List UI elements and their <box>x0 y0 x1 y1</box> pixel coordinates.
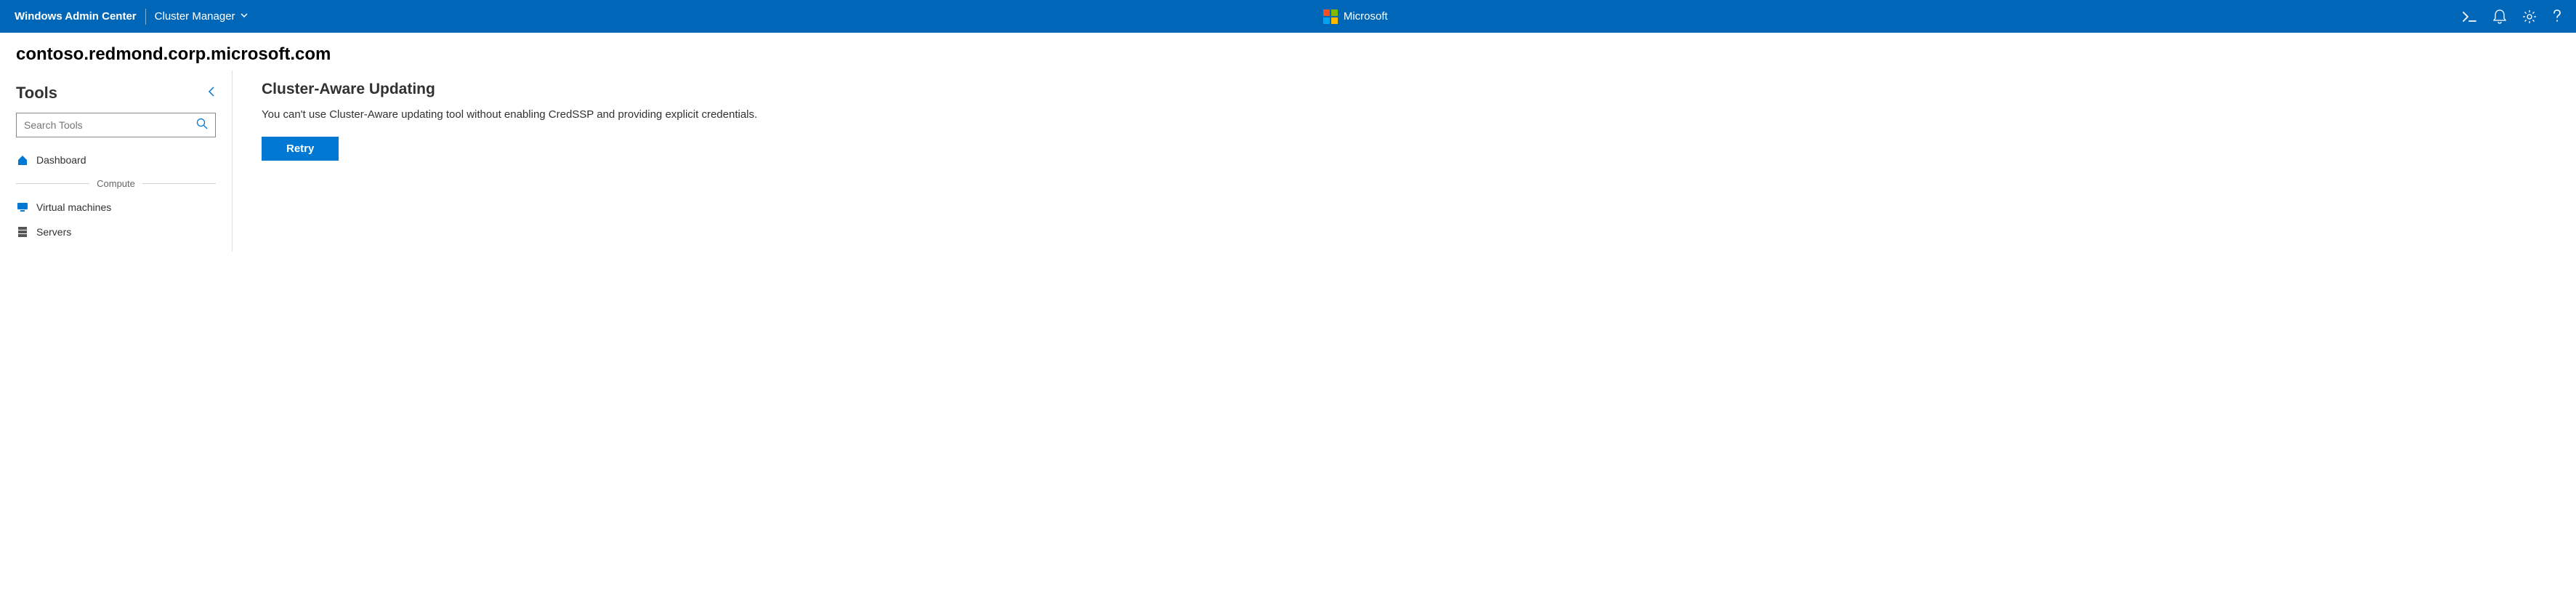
error-message: You can't use Cluster-Aware updating too… <box>262 108 2547 121</box>
top-bar-left: Windows Admin Center Cluster Manager <box>15 9 249 25</box>
search-input[interactable] <box>24 119 196 131</box>
sidebar-item-virtual-machines[interactable]: Virtual machines <box>0 195 232 220</box>
monitor-icon <box>16 201 29 214</box>
sidebar-item-dashboard[interactable]: Dashboard <box>0 148 232 172</box>
home-icon <box>16 153 29 166</box>
brand-label: Microsoft <box>1344 10 1388 23</box>
microsoft-logo-icon <box>1323 9 1338 24</box>
chevron-down-icon <box>240 10 249 23</box>
context-label: Cluster Manager <box>155 10 235 23</box>
server-icon <box>16 225 29 238</box>
collapse-chevron-icon[interactable] <box>207 86 216 101</box>
top-bar-right <box>2463 9 2561 24</box>
notifications-icon[interactable] <box>2493 9 2506 24</box>
sidebar-item-servers[interactable]: Servers <box>0 220 232 244</box>
main-content: Cluster-Aware Updating You can't use Clu… <box>233 71 2576 252</box>
powershell-icon[interactable] <box>2463 11 2477 23</box>
breadcrumb: contoso.redmond.corp.microsoft.com <box>0 33 2576 71</box>
settings-gear-icon[interactable] <box>2522 9 2537 24</box>
top-bar-center: Microsoft <box>249 9 2463 24</box>
sidebar-header: Tools <box>0 78 232 113</box>
sidebar: Tools Dashboard Compute Virtual machine <box>0 71 233 252</box>
sidebar-item-label: Virtual machines <box>36 201 111 213</box>
search-icon[interactable] <box>196 118 208 133</box>
section-label: Compute <box>89 178 142 189</box>
help-icon[interactable] <box>2553 9 2561 24</box>
search-tools-box[interactable] <box>16 113 216 137</box>
context-dropdown[interactable]: Cluster Manager <box>155 10 249 23</box>
sidebar-item-label: Servers <box>36 226 71 238</box>
section-compute: Compute <box>0 172 232 195</box>
topbar-divider <box>145 9 146 25</box>
sidebar-title: Tools <box>16 84 57 103</box>
retry-button[interactable]: Retry <box>262 137 339 161</box>
product-name[interactable]: Windows Admin Center <box>15 10 137 23</box>
page-title: Cluster-Aware Updating <box>262 81 2547 98</box>
sidebar-item-label: Dashboard <box>36 154 86 166</box>
host-name: contoso.redmond.corp.microsoft.com <box>16 44 331 64</box>
body-area: Tools Dashboard Compute Virtual machine <box>0 71 2576 252</box>
top-bar: Windows Admin Center Cluster Manager Mic… <box>0 0 2576 33</box>
